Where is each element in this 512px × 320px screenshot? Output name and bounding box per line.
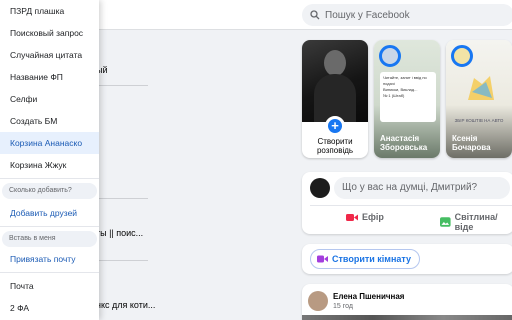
count-hint[interactable]: Сколько добавить? <box>2 183 97 199</box>
live-video-icon <box>346 213 358 221</box>
menu-item-cart-zhzhuk[interactable]: Корзина Жжук <box>0 154 99 176</box>
avatar[interactable] <box>308 291 328 311</box>
story-author-name: Анастасія Зборовська <box>380 134 428 152</box>
avatar[interactable] <box>310 178 330 198</box>
create-story-label: Створити розповідь <box>316 137 354 155</box>
menu-item-search-query[interactable]: Поисковый запрос <box>0 22 99 44</box>
menu-divider <box>0 226 99 227</box>
insert-hint[interactable]: Вставь в меня <box>2 231 97 247</box>
story-doc-line: Читайте, запит і ввід по подачі <box>383 75 427 86</box>
create-room-label: Створити кімнату <box>332 254 412 264</box>
feed-post: Елена Пшеничная 15 год <box>302 284 512 320</box>
menu-item-selfie[interactable]: Селфи <box>0 88 99 110</box>
post-composer: Що у вас на думці, Дмитрий? Ефір Світлин… <box>302 172 512 234</box>
photo-video-label: Світлина/віде <box>454 212 498 232</box>
menu-item-add-friends[interactable]: Добавить друзей <box>0 202 99 224</box>
menu-divider <box>0 272 99 273</box>
avatar <box>451 45 473 67</box>
story-author-name: Ксенія Бочарова <box>452 134 491 152</box>
photo-icon <box>440 217 451 227</box>
story-card[interactable]: ЗБІР КОШТІВ НА АВТО Ксенія Бочарова <box>446 40 512 158</box>
post-author[interactable]: Елена Пшеничная <box>333 292 404 301</box>
search-icon <box>310 10 320 20</box>
story-card[interactable]: Читайте, запит і ввід по подачі Виписки,… <box>374 40 440 158</box>
story-caption: ЗБІР КОШТІВ НА АВТО <box>454 118 504 123</box>
post-timestamp[interactable]: 15 год <box>333 303 353 310</box>
create-room-button[interactable]: Створити кімнату <box>310 249 421 269</box>
live-video-label: Ефір <box>362 212 384 222</box>
car-illustration-icon <box>468 76 494 100</box>
video-camera-icon <box>317 255 328 263</box>
stories-row: + Створити розповідь Читайте, запит і вв… <box>302 40 512 158</box>
actions-menu: ПЗРД плашка Поисковый запрос Случайная ц… <box>0 0 99 320</box>
menu-divider <box>0 178 99 179</box>
plus-icon[interactable]: + <box>325 116 345 136</box>
menu-item-fp-name[interactable]: Название ФП <box>0 66 99 88</box>
search-placeholder: Пошук у Facebook <box>325 9 410 21</box>
post-image[interactable] <box>302 315 512 320</box>
story-document: Читайте, запит і ввід по подачі Виписки,… <box>380 72 436 122</box>
menu-item-random-quote[interactable]: Случайная цитата <box>0 44 99 66</box>
menu-item-2fa[interactable]: 2 ФА <box>0 297 99 319</box>
avatar <box>379 45 401 67</box>
status-input[interactable]: Що у вас на думці, Дмитрий? <box>334 177 510 199</box>
menu-item-mail[interactable]: Почта <box>0 275 99 297</box>
divider <box>310 205 512 206</box>
create-room-card: Створити кімнату <box>302 244 512 274</box>
left-snippet[interactable]: ты || поис... <box>96 228 143 238</box>
menu-item-cart-ananasko[interactable]: Корзина Ананаско <box>0 132 99 154</box>
profile-photo <box>302 40 368 122</box>
photo-video-button[interactable]: Світлина/віде <box>440 212 512 232</box>
menu-item-pzrd-plate[interactable]: ПЗРД плашка <box>0 0 99 22</box>
left-snippet[interactable]: нкс для коти... <box>96 300 155 310</box>
story-doc-line: № 1 (Штаб) <box>383 93 405 98</box>
menu-item-create-bm[interactable]: Создать БМ <box>0 110 99 132</box>
live-video-button[interactable]: Ефір <box>346 212 384 222</box>
create-story-card[interactable]: + Створити розповідь <box>302 40 368 158</box>
menu-item-link-mail[interactable]: Привязать почту <box>0 248 99 270</box>
search-box[interactable]: Пошук у Facebook <box>302 4 512 26</box>
